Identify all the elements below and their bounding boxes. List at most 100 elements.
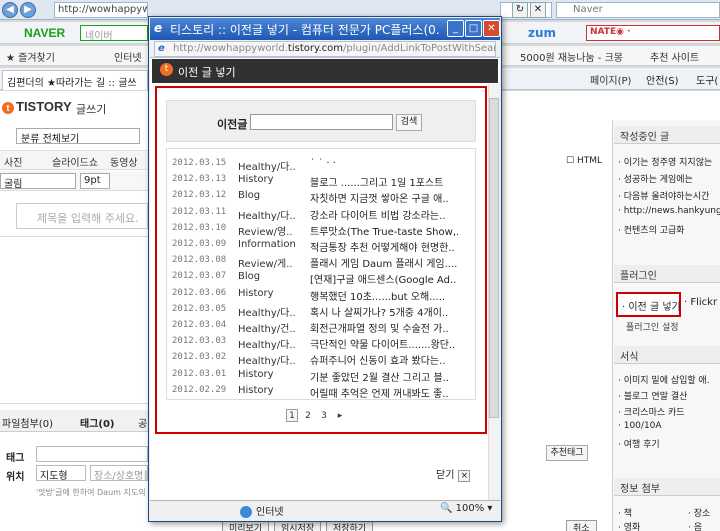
zoom-level: 100%: [455, 503, 485, 514]
page-link[interactable]: 3: [318, 410, 330, 423]
post-title-link[interactable]: 자칫하면 지금껏 쌓아온 구글 애..: [310, 190, 458, 205]
sidebar-format-item[interactable]: · 100/10A: [618, 421, 662, 431]
favorite-item-internet[interactable]: 인터넷: [114, 49, 142, 64]
sidebar-draft-item[interactable]: · 이기는 정주영 지지않는: [618, 155, 712, 168]
command-tools[interactable]: 도구(: [696, 72, 718, 87]
back-button[interactable]: ◀: [2, 2, 18, 18]
location-input[interactable]: 장소/상호명을: [90, 465, 148, 481]
tab-file-attach[interactable]: 파일첨부(0): [2, 415, 53, 430]
post-date: 2012.03.02: [172, 352, 227, 362]
tistory-logo[interactable]: t TISTORY: [2, 99, 72, 114]
tistory-icon: t: [160, 63, 173, 76]
sidebar-info-label: 영화: [623, 523, 641, 531]
post-date: 2012.03.09: [172, 239, 227, 249]
editor-body[interactable]: [0, 236, 148, 404]
post-title-link[interactable]: 강소라 다이어트 비법 강소라는..: [310, 207, 458, 222]
minimize-icon[interactable]: _: [447, 20, 464, 37]
search-button[interactable]: 검색: [396, 114, 422, 131]
sidebar-format-item[interactable]: · 이미지 밑에 삽입할 애.: [618, 373, 710, 386]
refresh-icon[interactable]: ↻: [512, 2, 528, 18]
browser-search-input[interactable]: Naver: [556, 2, 720, 18]
tag-input[interactable]: [36, 446, 148, 462]
post-title-link[interactable]: 회전근개파열 정의 및 수술전 가..: [310, 320, 458, 335]
sidebar-info-music[interactable]: · 음: [688, 520, 702, 531]
post-title-link[interactable]: ˙ ˙ · ·: [310, 158, 458, 169]
tool-video[interactable]: 동영상: [110, 154, 138, 169]
post-title-link[interactable]: 블로그 ......그리고 1일 1포스트: [310, 174, 458, 189]
tab-public[interactable]: 공: [138, 415, 147, 430]
sidebar-draft-item[interactable]: · http://news.hankyung: [618, 206, 720, 216]
cancel-button[interactable]: 취소: [566, 520, 597, 531]
post-title-link[interactable]: 슈퍼주니어 신동이 효과 봤다는..: [310, 352, 458, 367]
sidebar-info-book[interactable]: · 책: [618, 506, 632, 519]
stop-icon[interactable]: ✕: [530, 2, 546, 18]
sidebar-format-item[interactable]: · 블로그 연말 결산: [618, 389, 687, 402]
sidebar-draft-item[interactable]: · 성공하는 게임에는: [618, 172, 693, 185]
zum-logo[interactable]: zum: [528, 26, 556, 40]
sidebar-draft-item[interactable]: · 다음뷰 올려야하는시간: [618, 189, 709, 202]
plugin-flickr[interactable]: · Flickr: [684, 297, 717, 308]
popup-address-field[interactable]: http://wowhappyworld.tistory.com/plugin/…: [154, 41, 496, 57]
zoom-control[interactable]: 🔍 100% ▾: [440, 503, 492, 514]
tistory-write-menu[interactable]: 글쓰기: [76, 101, 106, 117]
recommend-tag-button[interactable]: 추천태그: [546, 445, 588, 461]
category-select[interactable]: 분류 전체보기: [16, 128, 140, 145]
plugin-settings-link[interactable]: 플러그인 설정: [626, 320, 679, 333]
close-button[interactable]: 닫기 ×: [436, 466, 471, 482]
page-link[interactable]: 2: [302, 410, 314, 423]
post-title-link[interactable]: [연재]구글 애드센스(Google Ad..: [310, 271, 458, 286]
sidebar-format-label: 여행 후기: [623, 440, 660, 450]
nate-search-input[interactable]: NATE◉ ·: [586, 25, 720, 41]
background-address-bar[interactable]: http://wowhappyworld.tistory.com/admin/e…: [54, 2, 148, 18]
post-title-link[interactable]: 행복했던 10초......but 오해.....: [310, 288, 458, 303]
font-size-select[interactable]: 9pt: [80, 173, 110, 189]
sidebar-format-item[interactable]: · 크리스마스 카드: [618, 405, 685, 418]
favorite-item-kmong[interactable]: 5000원 재능나눔 - 크몽: [520, 49, 623, 64]
post-date: 2012.03.07: [172, 271, 227, 281]
post-date: 2012.03.08: [172, 255, 227, 265]
command-page[interactable]: 페이지(P): [590, 72, 631, 87]
post-category: Healthy/다..: [238, 162, 296, 173]
post-title-link[interactable]: 플래시 게임 Daum 플래시 게임....: [310, 255, 458, 270]
post-category: History: [238, 174, 274, 185]
status-zone-label: 인터넷: [256, 507, 284, 518]
tistory-logo-icon: t: [2, 102, 14, 114]
sidebar-format-item[interactable]: · 여행 후기: [618, 437, 660, 450]
ie-icon: e: [154, 21, 163, 35]
sidebar-format-title: 서식: [614, 346, 720, 364]
location-type-select[interactable]: 지도형: [36, 465, 86, 482]
post-title-link[interactable]: 혹시 나 살찌가나? 5개중 4개이..: [310, 304, 458, 319]
tool-slideshow[interactable]: 슬라이드쇼: [52, 154, 98, 169]
naver-logo[interactable]: NAVER: [24, 26, 65, 40]
post-title-input[interactable]: 제목을 입력해 주세요.: [16, 203, 148, 229]
post-title-link[interactable]: 극단적인 약물 다이어트.......왕단..: [310, 336, 458, 351]
post-title-link[interactable]: 기분 좋았던 2월 결산 그리고 블..: [310, 369, 458, 384]
favorites-button[interactable]: ★ 즐겨찾기: [6, 49, 55, 64]
sidebar-info-place[interactable]: · 장소: [688, 506, 710, 519]
post-title-link[interactable]: 트루맛쇼(The True-taste Show,..: [310, 223, 458, 238]
close-icon[interactable]: ✕: [483, 20, 500, 37]
sidebar-draft-item[interactable]: · 컨텐츠의 고급화: [618, 223, 685, 236]
post-category: Blog: [238, 190, 261, 201]
tab-tag[interactable]: 태그(0): [80, 415, 115, 430]
tool-photo[interactable]: 사진: [4, 154, 22, 169]
post-title-link[interactable]: 어릴때 추억은 언제 꺼내봐도 좋..: [310, 385, 458, 400]
html-toggle[interactable]: ☐ HTML: [566, 156, 602, 166]
popup-scroll-thumb[interactable]: [489, 98, 499, 418]
favorite-item-recommend[interactable]: 추천 사이트: [650, 49, 699, 64]
next-page-icon[interactable]: ▸: [334, 410, 346, 423]
plugin-prev-post-insert[interactable]: · 이전 글 넣기: [616, 292, 681, 317]
post-title-link[interactable]: 적금통장 추천 어떻게해야 현명한..: [310, 239, 458, 254]
popup-header-title: 이전 글 넣기: [178, 66, 236, 79]
command-safety[interactable]: 안전(S): [646, 72, 679, 87]
naver-search-input[interactable]: 네이버: [80, 25, 148, 42]
maximize-icon[interactable]: □: [465, 20, 482, 37]
forward-button[interactable]: ▶: [20, 2, 36, 18]
sidebar-info-movie[interactable]: · 영화: [618, 520, 640, 531]
page-link-current[interactable]: 1: [286, 409, 298, 422]
search-input[interactable]: [250, 114, 393, 130]
status-zone: 인터넷: [240, 503, 284, 518]
browser-tab[interactable]: 김편더의 ★따라가는 길 :: 글쓰: [2, 70, 148, 90]
font-select[interactable]: 굴림: [0, 173, 76, 190]
post-date: 2012.03.04: [172, 320, 227, 330]
